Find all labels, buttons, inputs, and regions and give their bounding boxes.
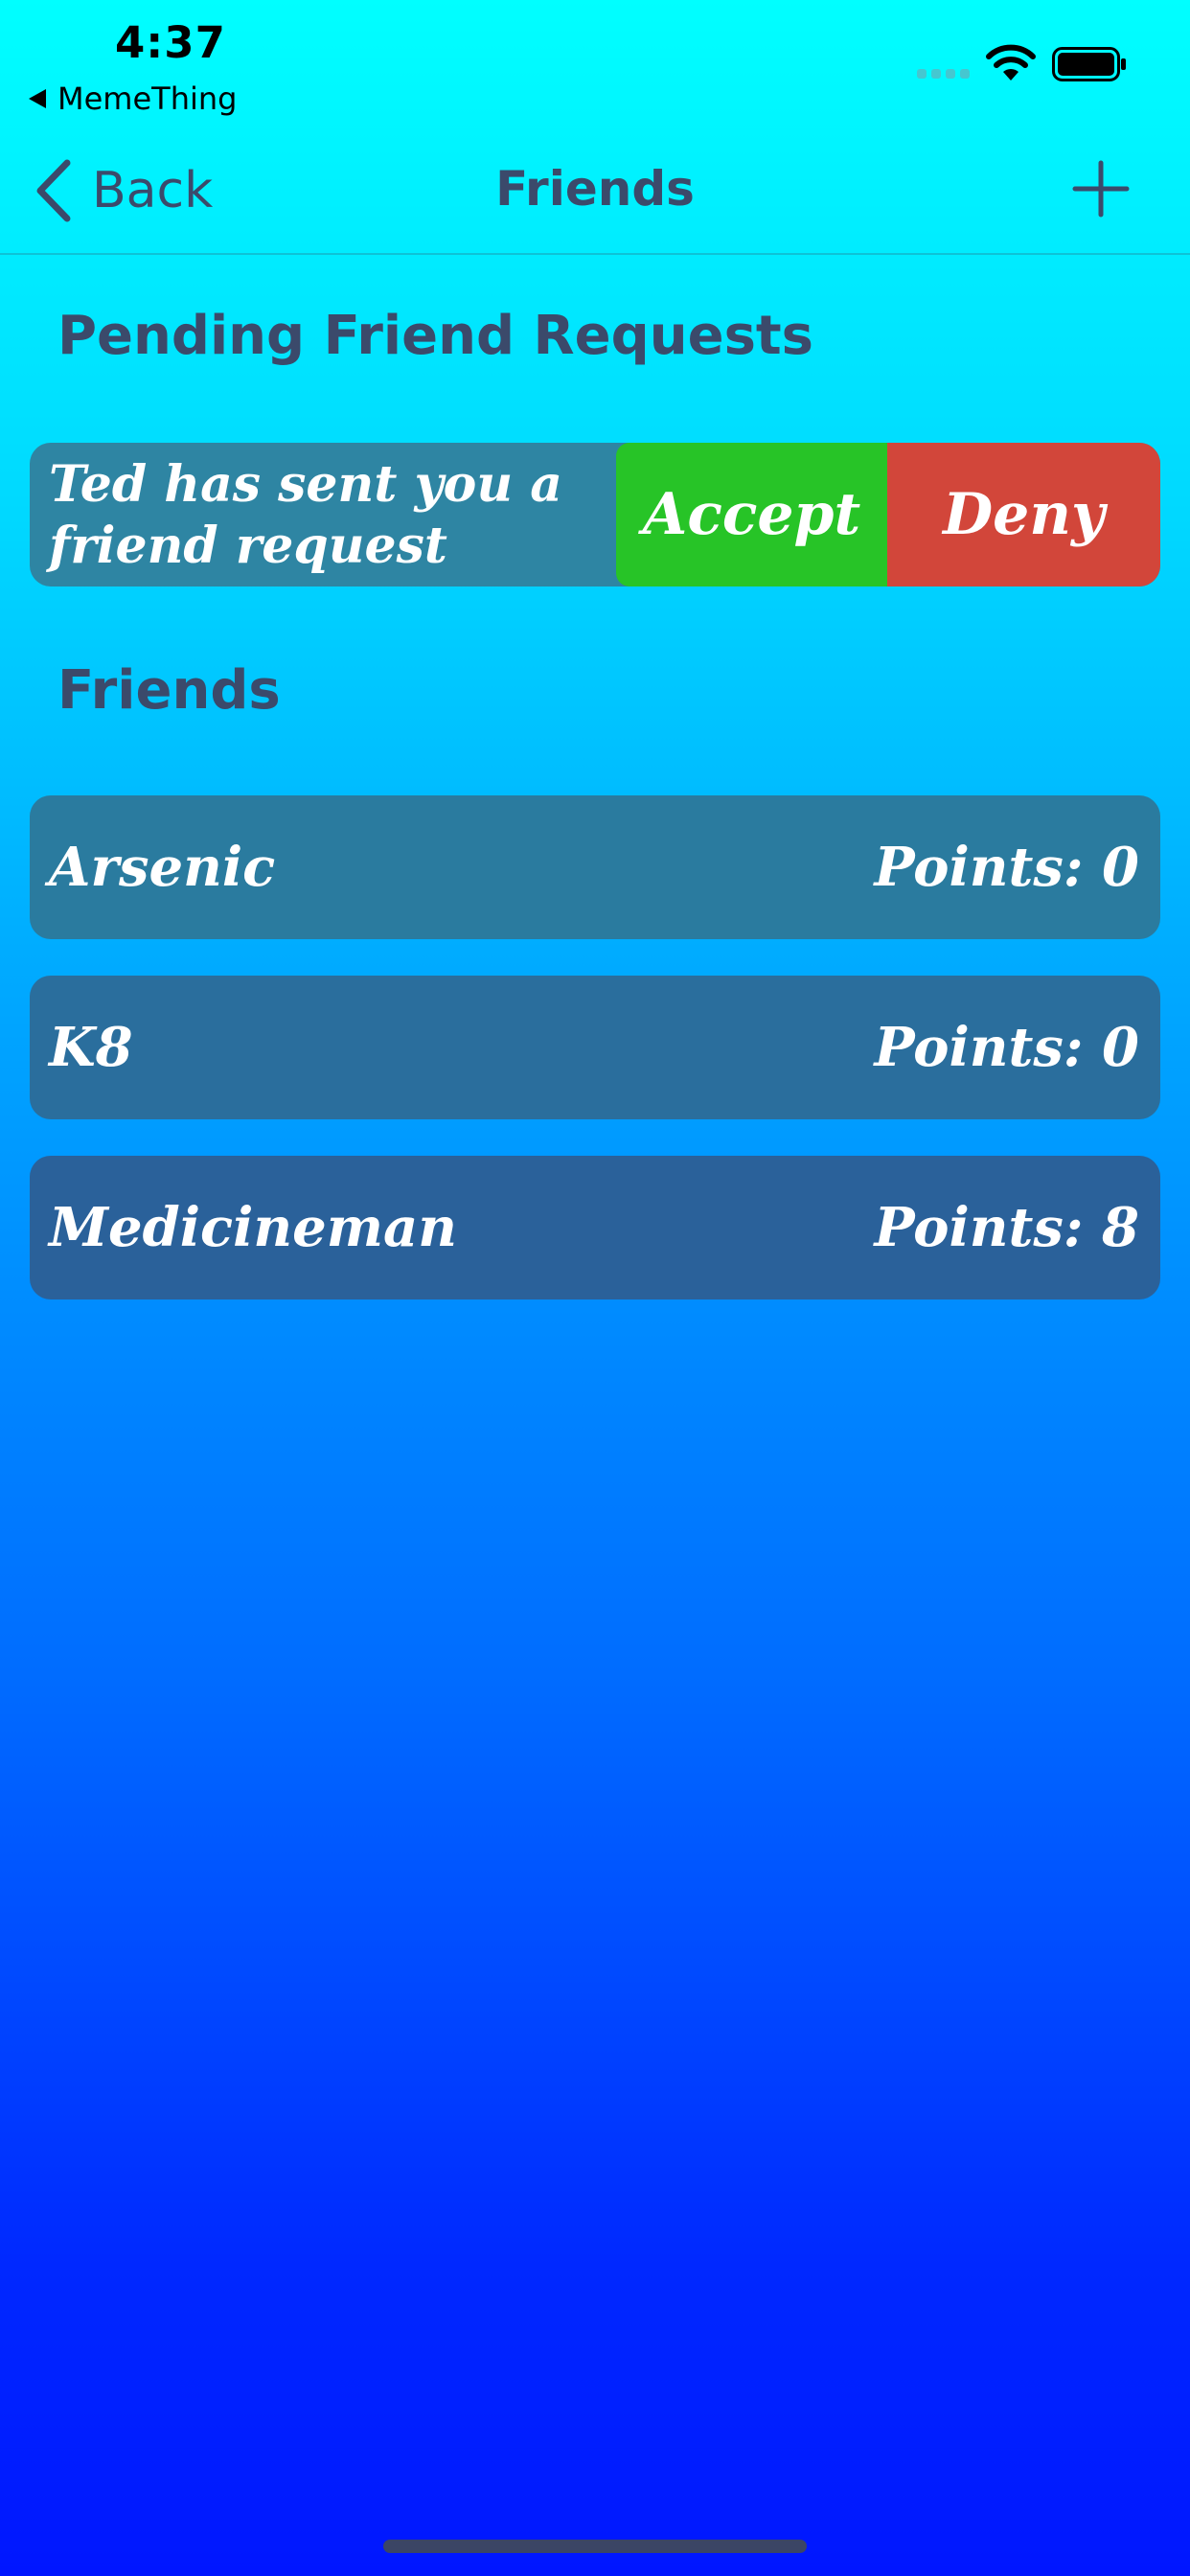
friend-points: Points: 0 <box>874 1016 1139 1079</box>
friend-row[interactable]: Medicineman Points: 8 <box>30 1156 1160 1300</box>
friend-name: Arsenic <box>49 836 276 899</box>
signal-icon <box>917 69 970 79</box>
wifi-icon <box>986 44 1036 80</box>
deny-button[interactable]: Deny <box>887 443 1160 586</box>
page-title: Friends <box>495 161 695 217</box>
friend-row[interactable]: Arsenic Points: 0 <box>30 795 1160 939</box>
pending-requests-heading: Pending Friend Requests <box>57 305 814 367</box>
friend-name: K8 <box>49 1016 133 1079</box>
home-indicator[interactable] <box>383 2540 807 2553</box>
plus-icon[interactable] <box>1069 157 1133 220</box>
accept-button[interactable]: Accept <box>616 443 887 586</box>
friend-points: Points: 8 <box>874 1196 1139 1259</box>
friend-request-text: Ted has sent you a friend request <box>49 455 562 575</box>
status-time: 4:37 <box>115 17 226 68</box>
friend-row[interactable]: K8 Points: 0 <box>30 976 1160 1119</box>
friend-name: Medicineman <box>49 1196 458 1259</box>
friend-points: Points: 0 <box>874 836 1139 899</box>
friend-request-card: Ted has sent you a friend request Accept… <box>30 443 1160 586</box>
battery-icon <box>1052 47 1126 81</box>
navigation-bar: Back Friends <box>0 126 1190 255</box>
back-app-label: MemeThing <box>57 80 238 117</box>
back-triangle-icon <box>29 89 46 108</box>
friends-heading: Friends <box>57 659 281 722</box>
status-bar: 4:37 MemeThing <box>0 0 1190 126</box>
back-to-app-link[interactable]: MemeThing <box>29 80 237 117</box>
